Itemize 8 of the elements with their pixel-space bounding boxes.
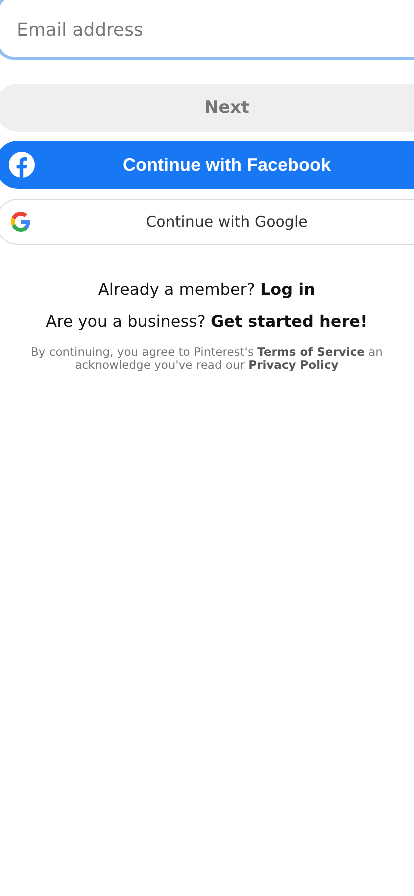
terms-text: By continuing, you agree to Pinterest's Terms of Service an acknowledge you've read our Privacy Policy [30,346,384,372]
google-icon [11,212,31,232]
facebook-button[interactable]: Continue with Facebook [0,141,414,189]
email-field[interactable]: Email address [0,0,414,60]
login-prompt: Already a member? Log in [97,281,317,300]
google-button[interactable]: Continue with Google [0,199,414,245]
business-prompt: Are you a business? Get started here! [45,313,369,332]
facebook-icon [8,151,36,179]
